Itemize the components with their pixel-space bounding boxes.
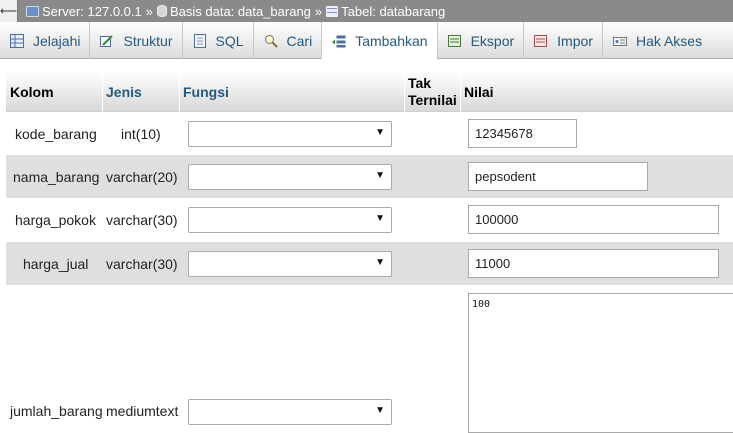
function-select[interactable]: ▼ (188, 251, 392, 277)
chevron-down-icon: ▼ (375, 257, 385, 268)
table-row: harga_jual varchar(30) ▼ 11000 (6, 242, 733, 285)
header-jenis[interactable]: Jenis (106, 71, 142, 112)
tab-impor[interactable]: Impor (524, 22, 603, 59)
sql-icon (193, 33, 207, 48)
header-tak-ternilai-line2: Ternilai (408, 91, 457, 108)
tab-label: Impor (557, 32, 593, 49)
header-fungsi[interactable]: Fungsi (183, 71, 229, 112)
chevron-down-icon: ▼ (375, 405, 385, 416)
tab-label: Cari (286, 32, 313, 49)
breadcrumb-server[interactable]: Server: 127.0.0.1 (42, 4, 142, 19)
tab-bar: Jelajahi Struktur SQL Cari Tambahkan Eks… (0, 22, 733, 60)
chevron-down-icon: ▼ (375, 213, 385, 224)
table-row: kode_barang int(10) ▼ 12345678 (6, 112, 733, 155)
tab-label: Struktur (123, 32, 173, 49)
column-type: mediumtext (106, 403, 179, 419)
table-header: Kolom Jenis Fungsi Tak Ternilai Nilai (6, 71, 733, 112)
column-type: varchar(20) (106, 168, 178, 185)
header-nilai: Nilai (464, 83, 494, 100)
back-arrow-icon[interactable]: ⟵ (0, 0, 18, 22)
column-type: varchar(30) (106, 255, 178, 272)
table-row: harga_pokok varchar(30) ▼ 100000 (6, 198, 733, 241)
database-icon (156, 5, 167, 17)
header-tak-ternilai-line1: Tak (408, 74, 432, 91)
column-type: int(10) (121, 125, 161, 142)
column-name: kode_barang (15, 125, 97, 142)
value-input[interactable]: pepsodent (468, 162, 648, 191)
search-icon (264, 34, 278, 48)
tab-sql[interactable]: SQL (183, 22, 254, 59)
tab-label: SQL (215, 32, 244, 49)
insert-icon (332, 34, 346, 48)
breadcrumb-table[interactable]: Tabel: databarang (341, 4, 445, 19)
column-type: varchar(30) (106, 211, 178, 228)
value-textarea[interactable]: 100 (468, 293, 733, 433)
function-select[interactable]: ▼ (188, 121, 392, 147)
structure-icon (100, 34, 114, 48)
breadcrumb-separator: » (314, 3, 323, 19)
breadcrumb: ⟵ Server: 127.0.0.1 » Basis data: data_b… (0, 0, 733, 22)
tab-label: Tambahkan (355, 32, 428, 49)
chevron-down-icon: ▼ (375, 127, 385, 138)
import-icon (534, 34, 548, 48)
tab-struktur[interactable]: Struktur (90, 22, 183, 59)
column-name: harga_pokok (15, 211, 96, 228)
tab-cari[interactable]: Cari (254, 22, 323, 59)
column-name: nama_barang (13, 168, 100, 185)
tab-label: Ekspor (470, 32, 515, 49)
function-select[interactable]: ▼ (188, 207, 392, 233)
function-select[interactable]: ▼ (188, 399, 392, 425)
breadcrumb-database[interactable]: Basis data: data_barang (170, 4, 311, 19)
chevron-down-icon: ▼ (375, 170, 385, 181)
tab-label: Hak Akses (635, 32, 703, 49)
table-row: nama_barang varchar(20) ▼ pepsodent (6, 155, 733, 198)
value-input[interactable]: 11000 (468, 249, 719, 278)
function-select[interactable]: ▼ (188, 164, 392, 190)
export-icon (447, 34, 462, 48)
tab-ekspor[interactable]: Ekspor (438, 22, 525, 59)
tab-jelajahi[interactable]: Jelajahi (0, 22, 91, 59)
column-name: jumlah_barang (10, 403, 103, 419)
value-input[interactable]: 12345678 (468, 119, 577, 148)
value-input[interactable]: 100000 (468, 205, 719, 234)
breadcrumb-separator: » (145, 3, 153, 19)
header-tak-ternilai: Tak Ternilai (408, 71, 457, 112)
server-icon (26, 5, 39, 17)
privileges-icon (612, 34, 627, 48)
table-icon (326, 5, 339, 17)
column-name: harga_jual (23, 255, 89, 272)
header-kolom: Kolom (10, 83, 54, 100)
tab-tambahkan[interactable]: Tambahkan (322, 22, 438, 60)
browse-icon (10, 33, 24, 48)
tab-hak-akses[interactable]: Hak Akses (603, 22, 711, 59)
tab-label: Jelajahi (33, 32, 81, 49)
